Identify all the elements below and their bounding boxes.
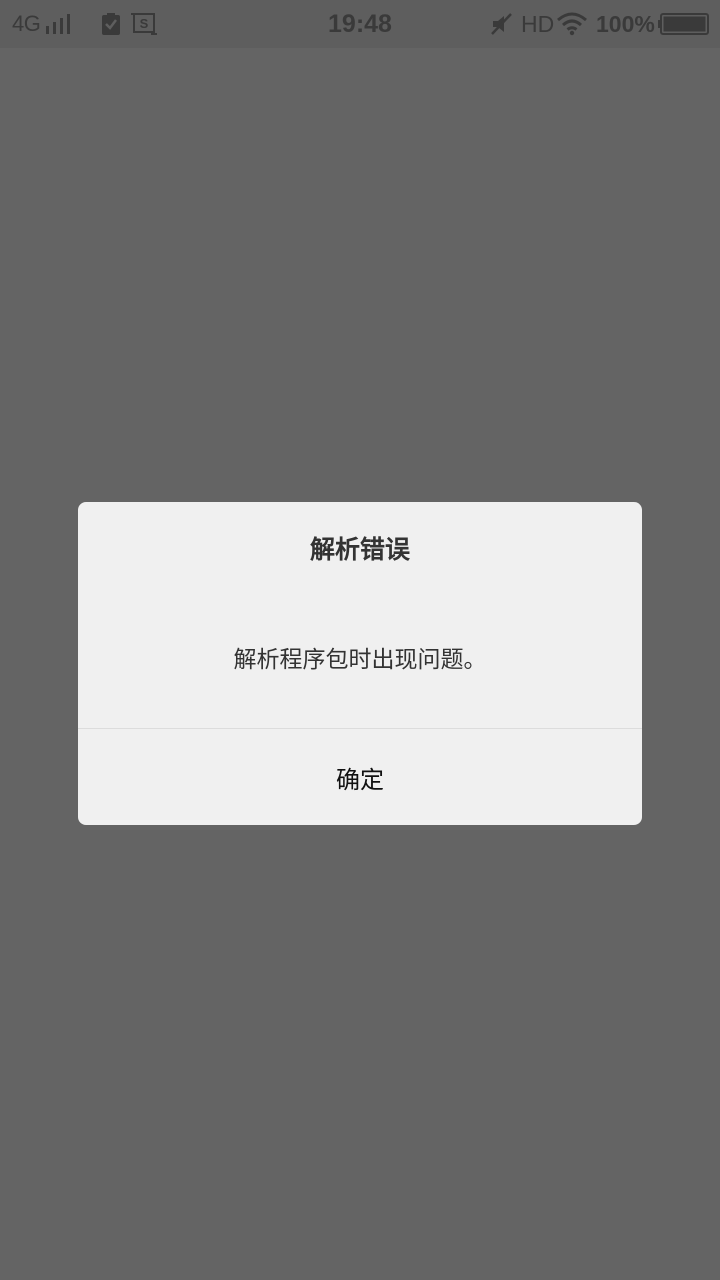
battery-percent: 100% xyxy=(596,10,655,37)
signal-icon xyxy=(46,0,76,48)
hd-label: HD xyxy=(521,10,555,37)
screenshot-s-icon: S xyxy=(131,0,157,48)
svg-text:S: S xyxy=(140,16,149,31)
network-type-label: 4G xyxy=(12,11,41,36)
battery-fill xyxy=(663,16,706,32)
mute-icon xyxy=(491,0,513,48)
battery-icon xyxy=(658,0,710,48)
wifi-icon xyxy=(556,0,588,48)
confirm-button[interactable]: 确定 xyxy=(78,729,642,825)
check-clipboard-icon xyxy=(102,0,120,48)
dialog-title: 解析错误 xyxy=(309,535,410,564)
parse-error-dialog: 解析错误 解析程序包时出现问题。 确定 xyxy=(78,502,642,825)
dialog-message: 解析程序包时出现问题。 xyxy=(233,647,487,673)
status-bar: 4G S 19:48 HD 100% xyxy=(0,0,720,48)
